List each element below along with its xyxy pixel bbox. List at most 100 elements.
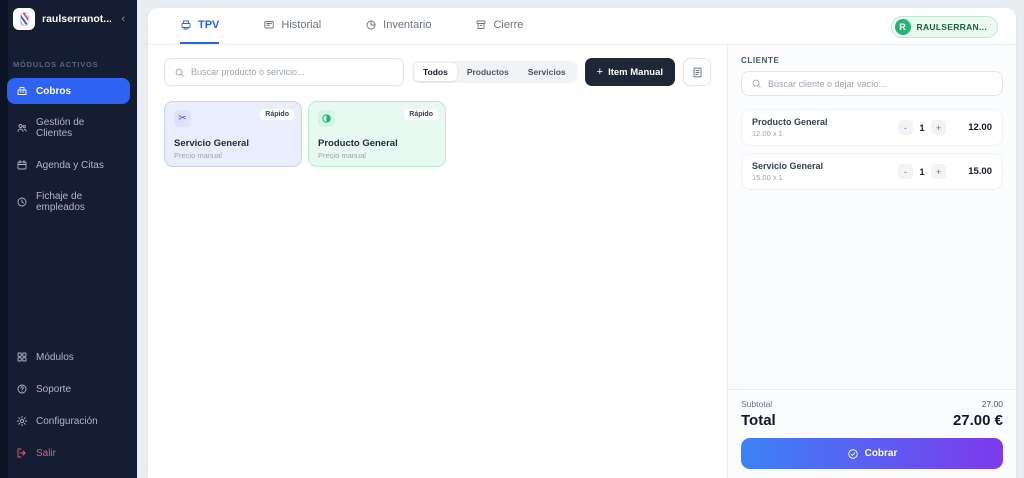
main-panel: TPV Historial Inventario Cierre R RAULSE…: [148, 8, 1016, 478]
filter-productos[interactable]: Productos: [458, 63, 518, 81]
workspace-name: raulserranot...: [42, 13, 112, 25]
cart-item-info: Servicio General 15.00 x 1: [752, 161, 898, 182]
quantity-value: 1: [919, 166, 925, 177]
sidebar-header: raulserranot... ‹: [0, 0, 137, 38]
sidebar-item-label: Configuración: [36, 415, 98, 427]
total-label: Total: [741, 412, 776, 429]
cart-panel: CLIENTE Producto General 12.00 x 1 - 1: [727, 45, 1016, 478]
plus-icon: +: [596, 66, 604, 78]
content: Todos Productos Servicios + Item Manual …: [148, 45, 1016, 478]
sidebar-item-modulos[interactable]: Módulos: [7, 344, 130, 370]
sidebar-item-fichaje[interactable]: Fichaje de empleados: [7, 184, 130, 220]
sidebar-collapse-button[interactable]: ‹: [118, 13, 128, 25]
filter-segment: Todos Productos Servicios: [411, 61, 577, 83]
cart-item-name: Servicio General: [752, 161, 824, 171]
cart-footer: Subtotal 27.00 Total 27.00 € Cobrar: [728, 389, 1016, 469]
checkout-label: Cobrar: [864, 448, 898, 459]
tab-label: Inventario: [383, 19, 432, 31]
user-name: RAULSERRAN...: [916, 22, 987, 32]
increment-button[interactable]: +: [931, 120, 946, 135]
subtotal-value: 27.00: [981, 399, 1003, 409]
logout-icon: [16, 447, 28, 459]
quick-items-row: ✂ Rápido Servicio General Precio manual …: [164, 101, 711, 167]
cart-item-detail: 15.00 x 1: [752, 173, 783, 182]
quantity-stepper: - 1 +: [898, 120, 946, 135]
receipt-list-icon: [691, 66, 704, 79]
cart-item-total: 12.00: [968, 122, 992, 133]
decrement-button[interactable]: -: [898, 120, 913, 135]
total-value: 27.00 €: [952, 412, 1003, 429]
cart-item-name: Producto General: [752, 117, 828, 127]
subtotal-label: Subtotal: [741, 399, 773, 409]
sidebar-item-agenda-citas[interactable]: Agenda y Citas: [7, 152, 130, 178]
sidebar-nav: Cobros Gestión de Clientes Agenda y Cita…: [0, 78, 137, 220]
sidebar-item-label: Cobros: [36, 85, 71, 97]
sidebar-item-soporte[interactable]: Soporte: [7, 376, 130, 402]
barber-pole-icon: [19, 12, 29, 26]
cart-item-detail: 12.00 x 1: [752, 129, 783, 138]
add-manual-item-label: Item Manual: [608, 66, 663, 78]
active-modules-label: MÓDULOS ACTIVOS: [13, 60, 99, 69]
search-icon: [174, 67, 185, 78]
quantity-stepper: - 1 +: [898, 164, 946, 179]
tab-cierre[interactable]: Cierre: [475, 8, 523, 44]
cart-item: Servicio General 15.00 x 1 - 1 + 15.00: [741, 153, 1003, 190]
top-tab-bar: TPV Historial Inventario Cierre R RAULSE…: [148, 8, 1016, 45]
user-badge[interactable]: R RAULSERRAN...: [890, 16, 998, 38]
sidebar: raulserranot... ‹ MÓDULOS ACTIVOS Cobros…: [0, 0, 137, 478]
tab-tpv[interactable]: TPV: [180, 8, 220, 44]
search-icon: [751, 78, 762, 89]
tab-label: Historial: [281, 19, 322, 31]
decrement-button[interactable]: -: [898, 164, 913, 179]
clock-icon: [16, 196, 28, 208]
pie-chart-icon: [365, 19, 377, 31]
calendar-icon: [16, 159, 28, 171]
app-logo: [13, 8, 35, 30]
tab-label: TPV: [198, 19, 220, 31]
help-icon: [16, 383, 28, 395]
gear-icon: [16, 415, 28, 427]
tab-historial[interactable]: Historial: [263, 8, 321, 44]
quick-item-subtitle: Precio manual: [318, 151, 366, 160]
check-circle-icon: [847, 448, 859, 460]
catalog-section: Todos Productos Servicios + Item Manual …: [148, 45, 727, 478]
register-icon: [180, 19, 192, 31]
filter-servicios[interactable]: Servicios: [519, 63, 575, 81]
sidebar-item-label: Salir: [36, 447, 57, 459]
increment-button[interactable]: +: [931, 164, 946, 179]
cart-item-total: 15.00: [968, 166, 992, 177]
receipt-list-button[interactable]: [683, 58, 711, 86]
sidebar-item-label: Gestión de Clientes: [36, 117, 85, 139]
quantity-value: 1: [919, 122, 925, 133]
sidebar-item-gestion-clientes[interactable]: Gestión de Clientes: [7, 110, 130, 146]
quick-badge: Rápido: [404, 109, 438, 120]
tab-inventario[interactable]: Inventario: [365, 8, 431, 44]
scissors-icon: ✂: [174, 110, 191, 127]
quick-badge: Rápido: [260, 109, 294, 120]
archive-icon: [475, 19, 487, 31]
sidebar-item-label: Módulos: [36, 351, 74, 363]
filter-todos[interactable]: Todos: [413, 63, 457, 81]
client-label: CLIENTE: [741, 56, 780, 65]
sidebar-footer-nav: Módulos Soporte Configuración Salir: [0, 344, 137, 478]
cart-item: Producto General 12.00 x 1 - 1 + 12.00: [741, 109, 1003, 146]
product-search[interactable]: [164, 58, 404, 86]
sidebar-item-configuracion[interactable]: Configuración: [7, 408, 130, 434]
sidebar-item-label: Soporte: [36, 383, 72, 395]
monitor-icon: [263, 19, 275, 31]
catalog-toolbar: Todos Productos Servicios + Item Manual: [164, 58, 711, 86]
cart-item-info: Producto General 12.00 x 1: [752, 117, 898, 138]
sidebar-item-cobros[interactable]: Cobros: [7, 78, 130, 104]
quick-item-servicio-general[interactable]: ✂ Rápido Servicio General Precio manual: [164, 101, 302, 167]
client-search[interactable]: [741, 71, 1003, 96]
grid-icon: [16, 351, 28, 363]
client-search-input[interactable]: [768, 78, 993, 89]
sidebar-item-salir[interactable]: Salir: [7, 440, 130, 466]
add-manual-item-button[interactable]: + Item Manual: [584, 58, 675, 86]
product-search-input[interactable]: [191, 67, 394, 77]
quick-item-producto-general[interactable]: Rápido Producto General Precio manual: [308, 101, 446, 167]
checkout-button[interactable]: Cobrar: [741, 438, 1003, 469]
cash-register-icon: [16, 85, 28, 97]
quick-item-subtitle: Precio manual: [174, 151, 222, 160]
sidebar-item-label: Agenda y Citas: [36, 159, 104, 171]
